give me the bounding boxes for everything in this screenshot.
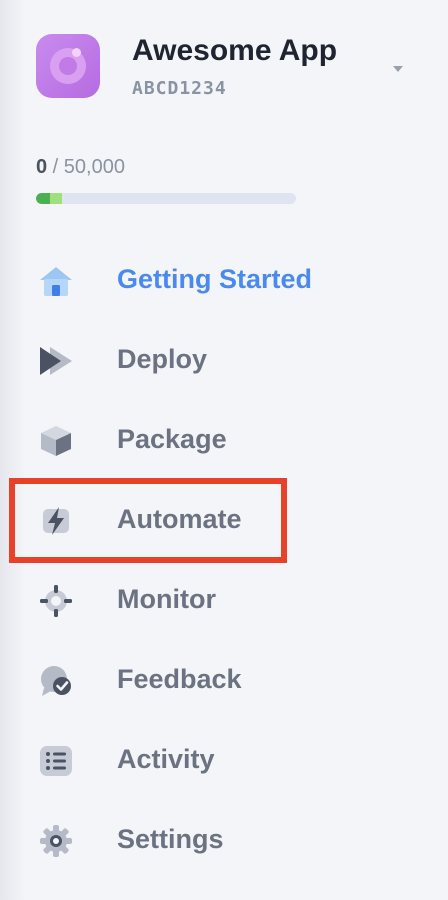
sidebar-item-monitor[interactable]: Monitor [0,560,448,640]
list-icon [38,744,74,778]
play-forward-icon [38,344,74,378]
usage-limit: 50,000 [63,156,125,178]
chevron-down-icon[interactable] [393,66,403,72]
sidebar-item-settings[interactable]: Settings [0,800,448,880]
app-id: ABCD1234 [132,78,227,99]
usage-meter: 0 / 50,000 [36,156,298,204]
usage-progress-fill [36,193,50,204]
sidebar-item-label: Deploy [117,344,208,374]
app-name: Awesome App [132,34,338,67]
sidebar-item-label: Activity [117,744,215,774]
usage-progress-fill-secondary [50,193,62,204]
sidebar-item-deploy[interactable]: Deploy [0,320,448,400]
sidebar-item-package[interactable]: Package [0,400,448,480]
chat-check-icon [38,664,74,698]
usage-progress-bar [36,193,296,204]
sidebar-item-label: Settings [117,824,224,854]
house-icon [38,264,74,298]
usage-text: 0 / 50,000 [36,156,298,179]
sidebar-item-feedback[interactable]: Feedback [0,640,448,720]
sidebar-item-getting-started[interactable]: Getting Started [0,240,448,320]
sidebar-item-label: Getting Started [117,264,313,294]
usage-separator: / [47,156,64,178]
highlight-box-automate [9,478,287,563]
sidebar-item-label: Feedback [117,664,242,694]
sidebar-item-activity[interactable]: Activity [0,720,448,800]
sidebar-item-label: Package [117,424,227,454]
gear-icon [38,824,74,858]
usage-used: 0 [36,156,48,178]
crosshair-icon [38,584,74,618]
app-switcher[interactable]: Awesome App ABCD1234 [36,34,416,100]
app-logo [36,34,100,98]
box-icon [38,424,74,458]
sidebar-item-label: Monitor [117,584,216,614]
